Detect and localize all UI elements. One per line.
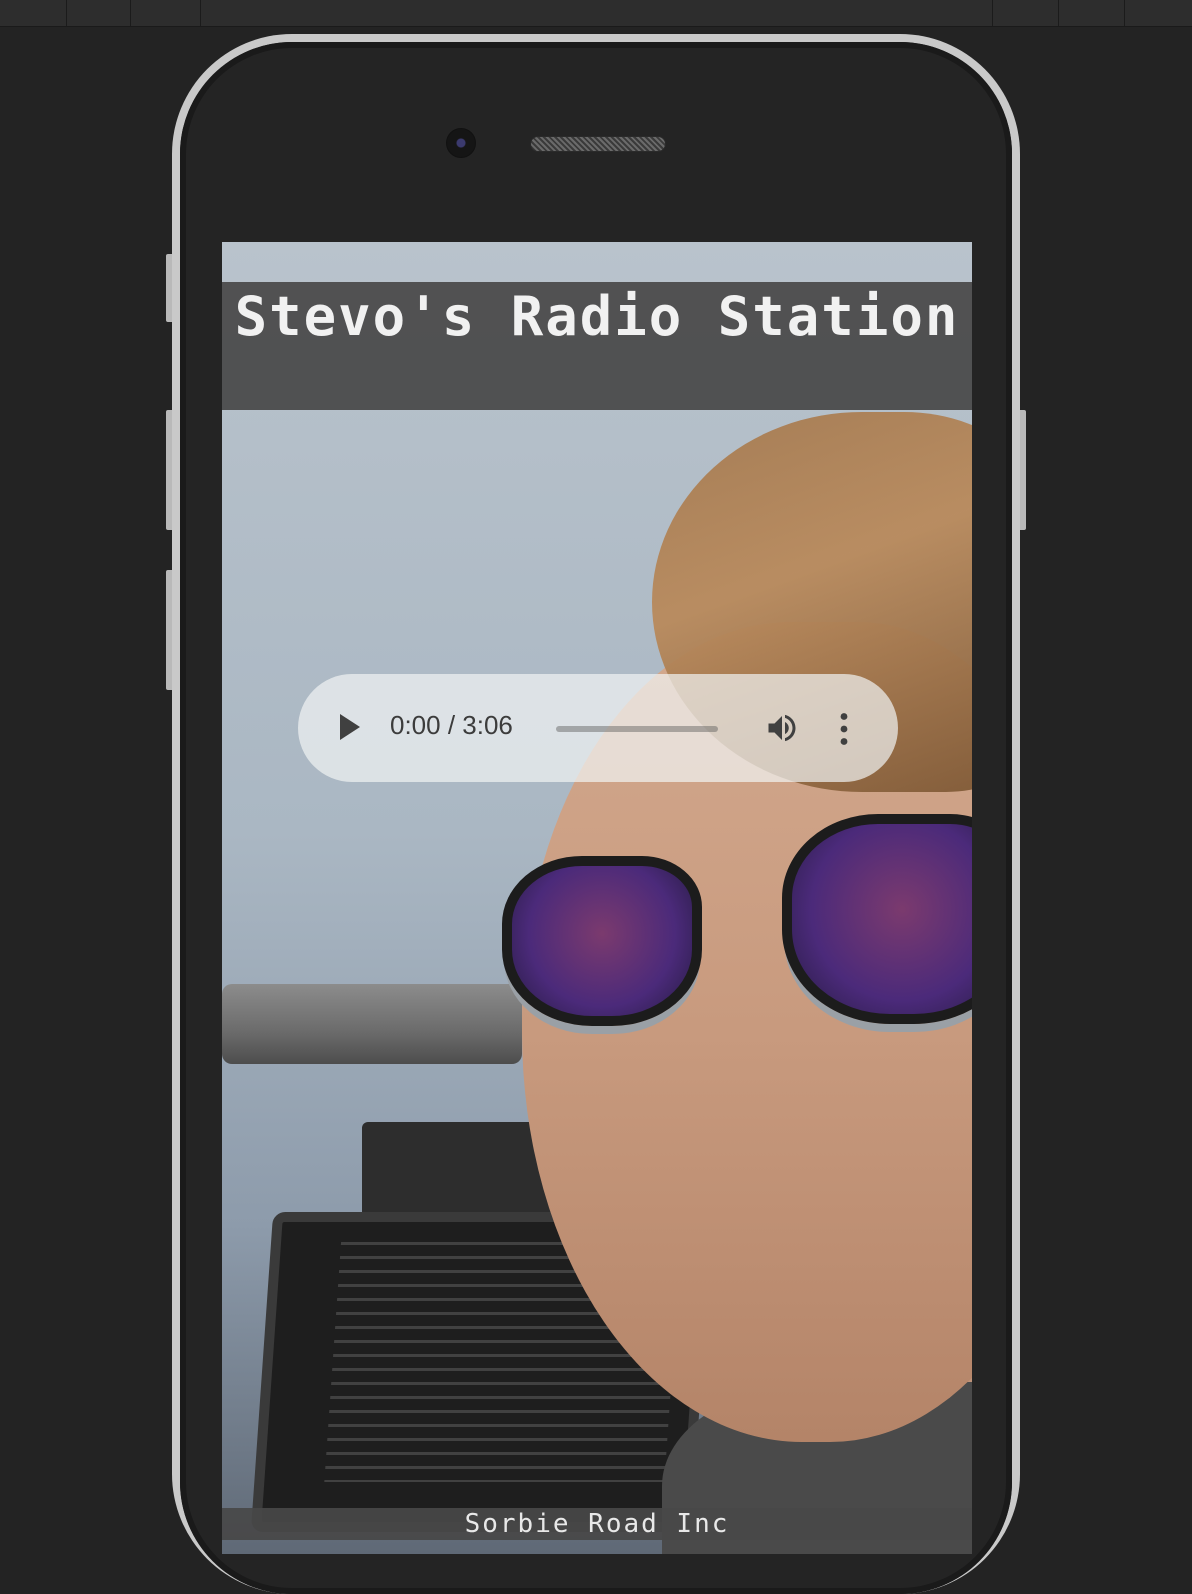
page-title: Stevo's Radio Station — [234, 285, 960, 348]
toolbar-segment — [66, 0, 131, 26]
photo-mic-arm — [222, 984, 522, 1064]
progress-slider[interactable] — [556, 726, 718, 732]
footer-text: Sorbie Road Inc — [464, 1509, 730, 1539]
phone-screen: Stevo's Radio Station 0:00 / 3:06 Sorbie… — [222, 242, 972, 1554]
more-options-icon[interactable] — [834, 712, 854, 746]
audio-player[interactable]: 0:00 / 3:06 — [298, 674, 898, 782]
front-camera-icon — [446, 128, 476, 158]
toolbar-segment — [1058, 0, 1125, 26]
volume-icon[interactable] — [764, 710, 800, 746]
toolbar-segment — [1124, 0, 1192, 26]
current-time: 0:00 — [390, 710, 441, 740]
play-icon[interactable] — [340, 714, 360, 740]
duration: 3:06 — [462, 710, 513, 740]
photo-sunglasses-right-lens — [782, 814, 972, 1024]
footer-band: Sorbie Road Inc — [222, 1508, 972, 1540]
header-band: Stevo's Radio Station — [222, 282, 972, 410]
time-display: 0:00 / 3:06 — [390, 710, 513, 741]
photo-sunglasses-left-lens — [502, 856, 702, 1026]
time-separator: / — [440, 710, 463, 740]
toolbar-segment — [130, 0, 201, 26]
earpiece-speaker-icon — [530, 136, 666, 152]
toolbar-segment — [200, 0, 993, 26]
browser-toolbar — [0, 0, 1192, 27]
toolbar-segment — [992, 0, 1059, 26]
